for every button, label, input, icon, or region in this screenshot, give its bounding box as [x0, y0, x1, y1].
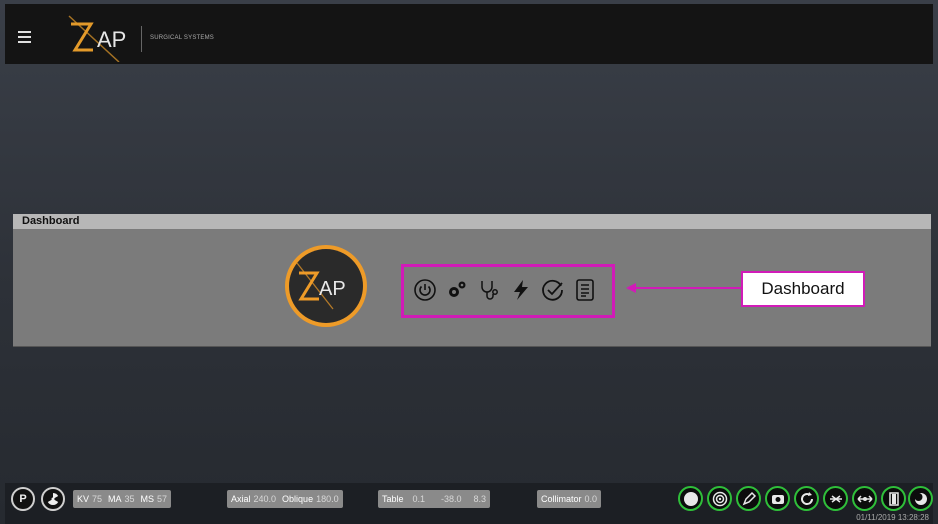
collimator-value: 0.0 [584, 494, 598, 504]
zap-logo: AP [68, 15, 126, 62]
moon-icon [914, 492, 927, 505]
p-button-label: P [19, 493, 27, 505]
logo-text: AP [97, 27, 126, 52]
arrows-button[interactable] [852, 486, 877, 511]
table-label: Table [382, 494, 404, 504]
kv-value: 75 [92, 494, 103, 504]
pen-button[interactable] [736, 486, 761, 511]
app-header: AP SURGICAL SYSTEMS [5, 4, 933, 64]
arrows-icon [856, 494, 873, 503]
axial-label: Axial [231, 494, 251, 504]
table-x-value: 0.1 [412, 494, 426, 504]
moon-button[interactable] [908, 486, 933, 511]
ms-label: MS [140, 494, 155, 504]
dashboard-panel: AP Dashboard [13, 229, 931, 347]
p-button[interactable]: P [11, 487, 35, 511]
target-button[interactable] [707, 486, 732, 511]
axial-value: 240.0 [253, 494, 277, 504]
pen-icon [742, 491, 756, 505]
table-z-value: 8.3 [473, 494, 487, 504]
door-icon [888, 491, 899, 506]
ma-label: MA [108, 494, 122, 504]
camera-icon [771, 494, 784, 504]
zap-emblem: AP [285, 245, 367, 327]
logo-divider [141, 26, 142, 52]
table-readout: Table 0.1 -38.0 8.3 [378, 490, 491, 508]
kv-label: KV [77, 494, 90, 504]
ms-value: 57 [157, 494, 168, 504]
document-icon[interactable] [573, 278, 597, 302]
dashboard-callout: Dashboard [741, 271, 865, 307]
dashboard-icon-group [401, 264, 615, 318]
power-icon[interactable] [413, 278, 437, 302]
target-icon [712, 491, 727, 506]
table-y-value: -38.0 [441, 494, 462, 504]
dashboard-title: Dashboard [22, 215, 80, 227]
refresh-icon [800, 491, 813, 505]
refresh-button[interactable] [794, 486, 819, 511]
door-button[interactable] [881, 486, 906, 511]
timestamp: 01/11/2019 13:28:28 [856, 513, 929, 522]
camera-button[interactable] [765, 486, 790, 511]
head-icon [683, 491, 698, 506]
status-bar: P KV 75 MA 35 MS 57 Axial 240.0 Oblique … [5, 483, 933, 524]
exposure-readout: KV 75 MA 35 MS 57 [73, 490, 172, 508]
collimator-label: Collimator [541, 494, 582, 504]
callout-label: Dashboard [761, 279, 845, 298]
emblem-text: AP [319, 278, 346, 300]
stethoscope-icon[interactable] [477, 278, 501, 302]
bolt-icon[interactable] [509, 278, 533, 302]
callout-arrow [626, 283, 754, 293]
dashboard-title-bar: Dashboard [13, 214, 931, 229]
couch-button[interactable] [823, 486, 848, 511]
head-button[interactable] [678, 486, 703, 511]
angle-readout: Axial 240.0 Oblique 180.0 [227, 490, 343, 508]
couch-icon [829, 494, 842, 503]
ma-value: 35 [124, 494, 135, 504]
radiation-icon [47, 493, 59, 506]
logo-subtitle: SURGICAL SYSTEMS [150, 35, 214, 41]
check-circle-icon[interactable] [541, 278, 565, 302]
oblique-value: 180.0 [316, 494, 339, 504]
hamburger-menu-icon[interactable] [18, 31, 31, 43]
oblique-label: Oblique [282, 494, 314, 504]
collimator-readout: Collimator 0.0 [537, 490, 602, 508]
radiation-button[interactable] [41, 487, 65, 511]
gears-icon[interactable] [445, 278, 469, 302]
